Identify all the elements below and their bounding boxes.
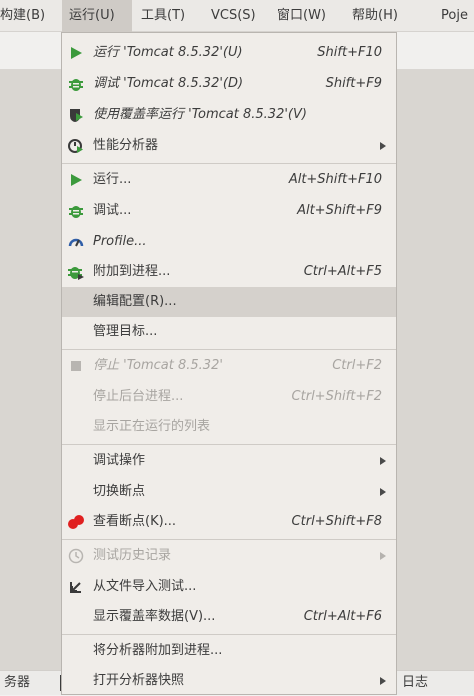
menu-run[interactable]: 运行(U) [62, 0, 132, 32]
menu-overflow-label: Poje [441, 8, 468, 23]
bottom-left-label[interactable]: 务器 [4, 671, 30, 695]
submenu-arrow-icon [380, 677, 386, 685]
menu-separator [62, 349, 396, 350]
debug-icon [68, 203, 84, 219]
run-icon [68, 45, 84, 61]
bottom-log-label[interactable]: 日志 [402, 671, 428, 695]
menu-item-show-coverage-data[interactable]: 显示覆盖率数据(V)... Ctrl+Alt+F6 [62, 602, 396, 632]
menu-window[interactable]: 窗口(W) [277, 0, 326, 32]
debug-icon [68, 76, 84, 92]
menu-item-import-tests[interactable]: 从文件导入测试... [62, 572, 396, 602]
menu-item-edit-configurations[interactable]: 编辑配置(R)... [62, 287, 396, 317]
menu-vcs[interactable]: VCS(S) [211, 0, 256, 32]
menu-item-run-tomcat[interactable]: 运行 'Tomcat 8.5.32'(U) Shift+F10 [62, 38, 396, 68]
run-icon [68, 172, 84, 188]
menu-item-toggle-breakpoint[interactable]: 切换断点 [62, 477, 396, 507]
menu-item-run-ellipsis[interactable]: 运行... Alt+Shift+F10 [62, 165, 396, 195]
menu-separator [62, 539, 396, 540]
menu-item-open-profiler-snapshot[interactable]: 打开分析器快照 [62, 666, 396, 696]
menu-item-manage-targets[interactable]: 管理目标... [62, 317, 396, 347]
menu-item-debug-actions[interactable]: 调试操作 [62, 446, 396, 476]
menu-item-stop-tomcat[interactable]: 停止 'Tomcat 8.5.32' Ctrl+F2 [62, 351, 396, 381]
submenu-arrow-icon [380, 552, 386, 560]
menu-separator [62, 444, 396, 445]
menu-item-test-history[interactable]: 测试历史记录 [62, 541, 396, 571]
menu-bar: 构建(B) 运行(U) 工具(T) VCS(S) 窗口(W) 帮助(H) Poj… [0, 0, 474, 32]
gauge-icon [68, 234, 84, 250]
menu-help[interactable]: 帮助(H) [352, 0, 398, 32]
menu-item-attach-profiler[interactable]: 将分析器附加到进程... [62, 636, 396, 666]
submenu-arrow-icon [380, 142, 386, 150]
menu-item-run-with-coverage[interactable]: 使用覆盖率运行 'Tomcat 8.5.32'(V) [62, 100, 396, 130]
menu-tools[interactable]: 工具(T) [141, 0, 185, 32]
history-icon [68, 548, 84, 564]
import-icon [68, 579, 84, 595]
menu-item-show-running-list[interactable]: 显示正在运行的列表 [62, 412, 396, 442]
menu-separator [62, 634, 396, 635]
menu-item-view-breakpoints[interactable]: 查看断点(K)... Ctrl+Shift+F8 [62, 507, 396, 537]
menu-item-profiler[interactable]: 性能分析器 [62, 131, 396, 161]
menu-item-profile[interactable]: Profile... [62, 227, 396, 257]
menu-item-debug-tomcat[interactable]: 调试 'Tomcat 8.5.32'(D) Shift+F9 [62, 69, 396, 99]
menu-item-debug-ellipsis[interactable]: 调试... Alt+Shift+F9 [62, 196, 396, 226]
submenu-arrow-icon [380, 488, 386, 496]
submenu-arrow-icon [380, 457, 386, 465]
attach-debug-icon [68, 264, 84, 280]
stop-icon [68, 358, 84, 374]
breakpoints-icon [68, 514, 84, 530]
profiler-icon [68, 138, 84, 154]
run-menu-dropdown: 运行 'Tomcat 8.5.32'(U) Shift+F10 调试 'Tomc… [61, 32, 397, 695]
menu-item-stop-background[interactable]: 停止后台进程... Ctrl+Shift+F2 [62, 382, 396, 412]
menu-build[interactable]: 构建(B) [0, 0, 45, 32]
coverage-icon [68, 107, 84, 123]
menu-item-attach-to-process[interactable]: 附加到进程... Ctrl+Alt+F5 [62, 257, 396, 287]
menu-separator [62, 163, 396, 164]
